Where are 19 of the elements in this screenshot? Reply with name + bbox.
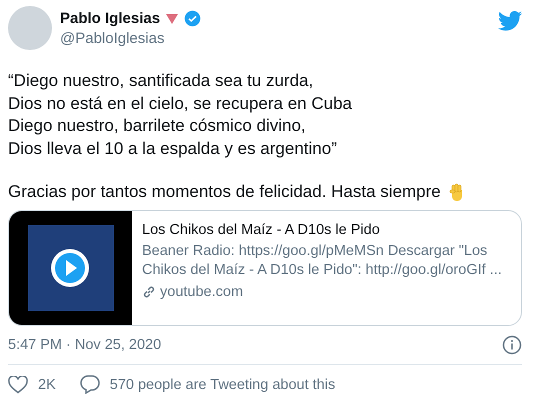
card-title: Los Chikos del Maíz - A D10s le Pido — [142, 222, 381, 238]
author-name[interactable]: Pablo Iglesias — [60, 10, 160, 27]
link-preview-card[interactable]: Los Chikos del Maíz - A D10s le Pido Beaner Radio: https://goo.gl/pMeMSn Descargar "Los Chikos del Maíz - A D10s le Pido": http://goo.gl/oroGIf ... youtube.com — [8, 210, 522, 326]
tweet-text: “Diego nuestro, santificada sea tu zurda, Dios no está en el cielo, se recupera en Cuba Diego nuestro, barrilete cósmico divino, Dios lleva el 10 a la espalda y es argentino” — [8, 70, 353, 160]
bird-logo-icon[interactable] — [498, 11, 522, 31]
info-icon[interactable] — [502, 335, 522, 355]
triangle-icon — [166, 14, 178, 24]
tweeting-count[interactable]: 570 people are Tweeting about this — [110, 376, 336, 392]
video-thumbnail[interactable] — [9, 211, 132, 325]
card-domain: youtube.com — [160, 284, 244, 300]
timestamp[interactable]: 5:47 PM · Nov 25, 2020 — [8, 337, 162, 353]
play-icon[interactable] — [50, 248, 90, 288]
author-handle[interactable]: @PabloIglesias — [60, 30, 202, 47]
heart-icon[interactable] — [8, 376, 28, 394]
card-description: Beaner Radio: https://goo.gl/pMeMSn Descargar "Los Chikos del Maíz - A D10s le Pido": http://goo.gl/oroGIf ... — [142, 242, 503, 280]
like-count[interactable]: 2K — [38, 376, 56, 392]
speech-bubble-icon[interactable] — [80, 375, 100, 394]
link-icon — [142, 285, 156, 299]
tweet-text: Gracias por tantos momentos de felicidad. Hasta siempre — [8, 182, 441, 202]
